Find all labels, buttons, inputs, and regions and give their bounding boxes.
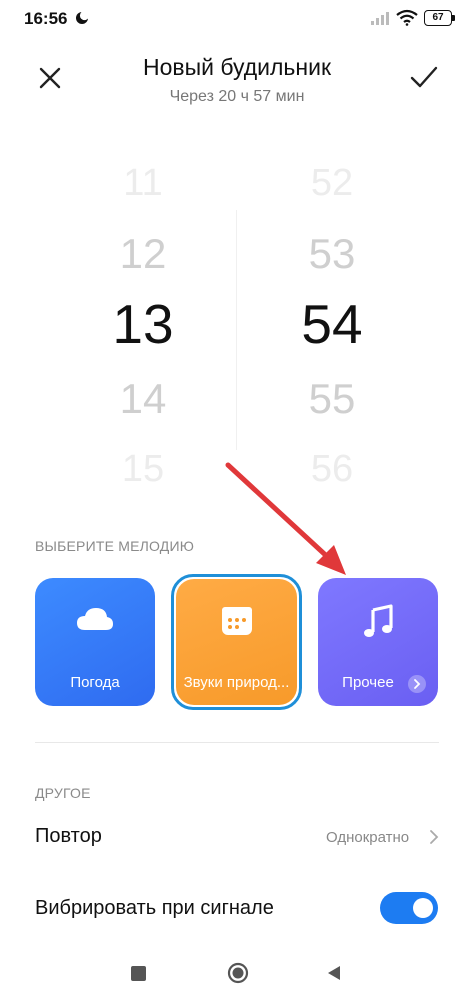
status-time: 16:56 (24, 9, 68, 28)
hour-option[interactable]: 14 (73, 375, 213, 423)
cloud-icon (77, 608, 113, 630)
minute-option[interactable]: 52 (262, 162, 402, 205)
section-divider (35, 742, 439, 743)
page-subtitle: Через 20 ч 57 мин (169, 88, 305, 105)
minute-selected[interactable]: 54 (262, 292, 402, 356)
annotation-arrow-icon (225, 462, 346, 575)
back-button[interactable] (325, 964, 343, 982)
chevron-right-icon[interactable] (428, 828, 440, 846)
signal-icon (371, 12, 389, 25)
hour-option[interactable]: 15 (73, 448, 213, 491)
recents-button[interactable] (131, 966, 146, 981)
page-title: Новый будильник (142, 54, 332, 80)
battery-icon: 67 (424, 10, 452, 26)
grid-icon (221, 607, 252, 635)
repeat-value[interactable]: Однократно (326, 829, 409, 846)
melody-tile-label: Погода (70, 674, 120, 691)
melody-tile-label: Звуки природ... (183, 674, 290, 691)
melody-tile-other[interactable]: Прочее (318, 578, 438, 706)
vibrate-toggle[interactable] (380, 892, 438, 924)
hour-selected[interactable]: 13 (73, 292, 213, 356)
melody-tile-nature[interactable]: Звуки природ... (176, 579, 297, 705)
music-note-icon (364, 604, 393, 637)
toggle-knob (413, 898, 433, 918)
melody-tile-weather[interactable]: Погода (35, 578, 155, 706)
vibrate-label: Вибрировать при сигнале (35, 897, 274, 919)
chevron-right-icon (408, 675, 426, 693)
picker-divider (236, 210, 237, 450)
home-button[interactable] (227, 962, 249, 984)
hour-option[interactable]: 12 (73, 230, 213, 278)
other-section-label: ДРУГОЕ (35, 785, 91, 801)
hour-picker[interactable]: 11 12 13 14 15 (73, 160, 213, 500)
battery-tip (452, 15, 455, 21)
minute-option[interactable]: 55 (262, 375, 402, 423)
wifi-icon (396, 9, 418, 26)
hour-option[interactable]: 11 (73, 162, 213, 205)
melody-section-label: ВЫБЕРИТЕ МЕЛОДИЮ (35, 538, 195, 554)
check-icon[interactable] (406, 62, 442, 94)
minute-option[interactable]: 53 (262, 230, 402, 278)
repeat-label[interactable]: Повтор (35, 825, 102, 848)
minute-picker[interactable]: 52 53 54 55 56 (262, 160, 402, 500)
do-not-disturb-icon (76, 11, 89, 24)
